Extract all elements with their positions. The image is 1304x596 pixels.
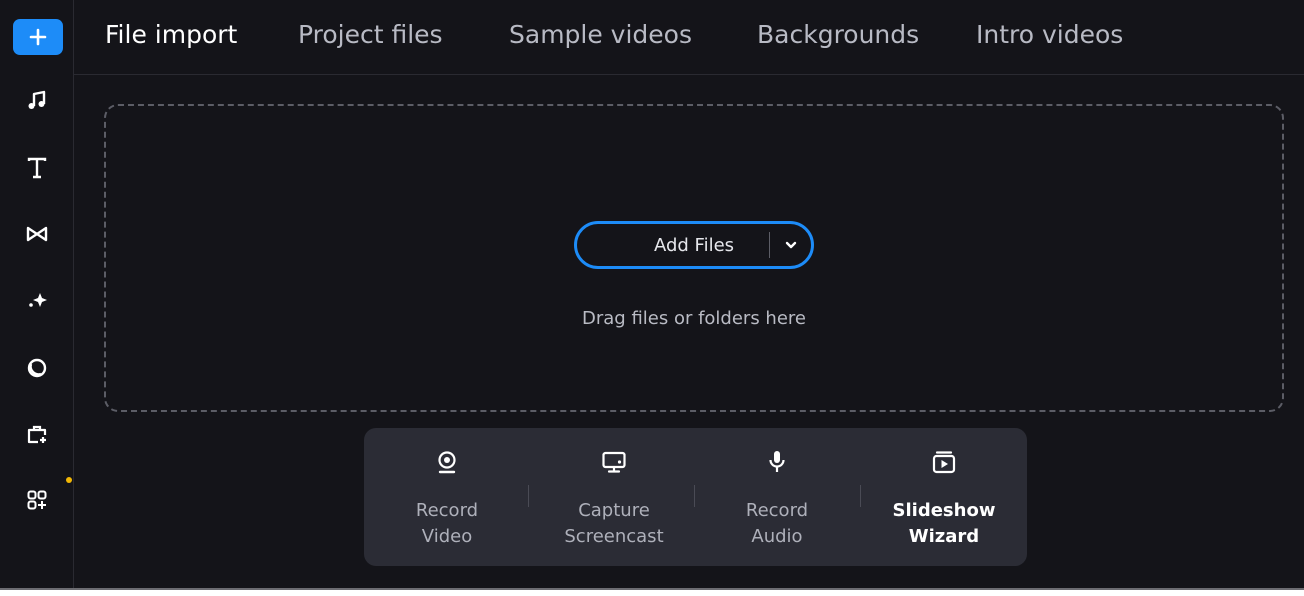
slideshow-icon <box>932 451 956 474</box>
add-files-button-group: Add Files <box>574 221 814 269</box>
tool-label-line2: Video <box>421 526 473 547</box>
chevron-down-icon <box>785 241 796 249</box>
tool-label-line2: Audio <box>751 526 803 547</box>
tab-sample-videos[interactable]: Sample videos <box>509 19 692 51</box>
sidebar <box>0 0 74 588</box>
toolbar-divider <box>528 485 529 507</box>
tab-project-files[interactable]: Project files <box>298 19 443 51</box>
sidebar-item-filters[interactable] <box>11 346 63 390</box>
sidebar-item-titles[interactable] <box>11 146 63 190</box>
sparkle-effects-icon <box>29 293 47 307</box>
add-files-dropdown[interactable] <box>770 224 811 266</box>
music-note-icon <box>28 90 46 109</box>
media-import-panel: File import Project files Sample videos … <box>0 0 1304 590</box>
capture-screencast-button[interactable]: Capture Screencast <box>536 428 692 566</box>
capture-toolbar: Record Video Capture Screencast Record A… <box>364 428 1027 566</box>
sidebar-item-more-tools[interactable] <box>11 478 63 522</box>
record-video-button[interactable]: Record Video <box>374 428 520 566</box>
text-icon <box>27 157 47 179</box>
tool-label-line2: Screencast <box>564 526 664 547</box>
tool-label-line1: Record <box>415 500 479 521</box>
record-audio-button[interactable]: Record Audio <box>702 428 852 566</box>
import-button[interactable] <box>13 19 63 55</box>
webcam-icon <box>438 451 456 474</box>
plus-icon <box>29 28 47 46</box>
more-tools-icon <box>27 490 47 510</box>
toolbar-divider <box>860 485 861 507</box>
tab-intro-videos[interactable]: Intro videos <box>976 19 1123 51</box>
slideshow-wizard-button[interactable]: Slideshow Wizard <box>868 428 1020 566</box>
stickers-icon <box>27 425 47 444</box>
tool-label-line1: Record <box>745 500 809 521</box>
tab-bar: File import Project files Sample videos … <box>74 0 1304 75</box>
transitions-icon <box>26 226 48 242</box>
tool-label-line2: Wizard <box>908 526 980 547</box>
tab-file-import[interactable]: File import <box>105 19 237 51</box>
microphone-icon <box>769 451 785 472</box>
sidebar-item-transitions[interactable] <box>11 212 63 256</box>
sidebar-item-music[interactable] <box>11 78 63 122</box>
sidebar-item-stickers[interactable] <box>11 412 63 456</box>
sidebar-item-effects[interactable] <box>11 278 63 322</box>
toolbar-divider <box>694 485 695 507</box>
drop-hint: Drag files or folders here <box>582 308 806 329</box>
tool-label-line1: Capture <box>578 500 650 521</box>
add-files-button[interactable]: Add Files <box>577 224 769 266</box>
tool-label-line1: Slideshow <box>892 500 996 521</box>
monitor-icon <box>602 451 626 473</box>
notification-dot <box>66 477 72 483</box>
filters-icon <box>27 358 47 378</box>
tab-backgrounds[interactable]: Backgrounds <box>757 19 919 51</box>
